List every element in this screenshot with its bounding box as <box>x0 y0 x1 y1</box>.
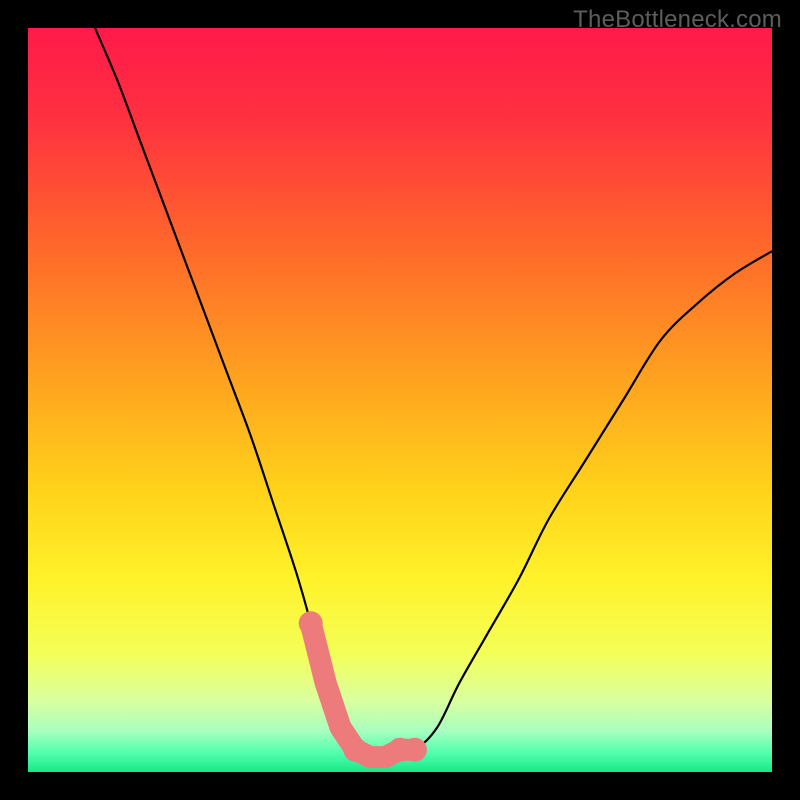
highlight-dot <box>299 611 323 635</box>
plot-area <box>28 28 772 772</box>
chart-root: TheBottleneck.com <box>0 0 800 800</box>
highlight-optimal-left <box>311 623 356 750</box>
highlight-dot <box>343 738 367 762</box>
curve-layer <box>28 28 772 772</box>
bottleneck-curve <box>95 28 772 758</box>
highlight-dot <box>403 738 427 762</box>
optimal-region-markers <box>299 611 427 762</box>
